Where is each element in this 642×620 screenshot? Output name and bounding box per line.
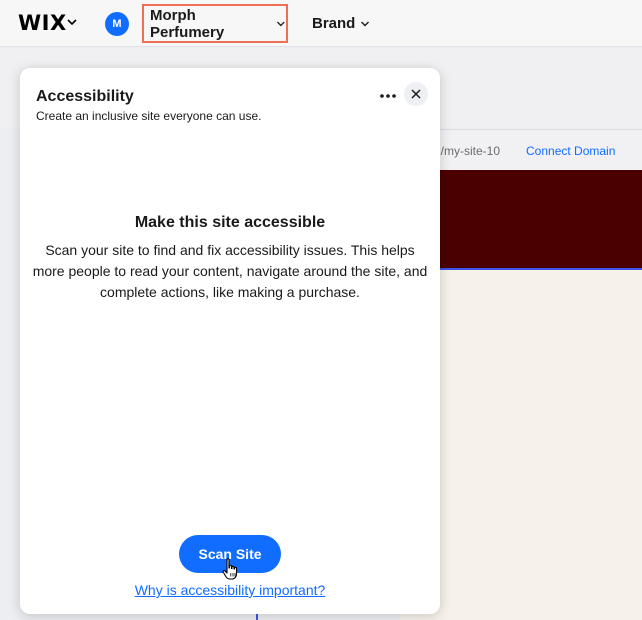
site-selector[interactable]: Morph Perfumery (142, 4, 288, 43)
top-bar: WIX M Morph Perfumery Brand (0, 0, 642, 47)
why-accessibility-link[interactable]: Why is accessibility important? (20, 582, 440, 598)
editor-screen: WIX M Morph Perfumery Brand om/my-site-1… (0, 0, 642, 620)
panel-title: Accessibility (36, 88, 134, 105)
avatar[interactable]: M (105, 12, 129, 36)
accessibility-panel: Accessibility Create an inclusive site e… (20, 68, 440, 614)
more-options-button[interactable] (376, 86, 400, 106)
wix-logo[interactable]: WIX (18, 11, 67, 35)
more-horizontal-icon (380, 94, 396, 98)
scan-site-button[interactable]: Scan Site (179, 535, 281, 573)
connect-domain-link[interactable]: Connect Domain (526, 144, 615, 158)
brand-menu-label: Brand (312, 15, 356, 32)
site-name: Morph Perfumery (150, 6, 225, 41)
chevron-down-icon (361, 21, 370, 26)
chevron-down-icon (277, 21, 286, 26)
brand-menu[interactable]: Brand (312, 15, 370, 32)
chevron-down-icon[interactable] (66, 17, 78, 27)
close-icon (411, 89, 421, 99)
section-heading: Make this site accessible (134, 214, 326, 231)
panel-subtitle: Create an inclusive site everyone can us… (36, 109, 262, 123)
close-button[interactable] (404, 82, 428, 106)
section-description: Scan your site to find and fix accessibi… (32, 242, 428, 300)
